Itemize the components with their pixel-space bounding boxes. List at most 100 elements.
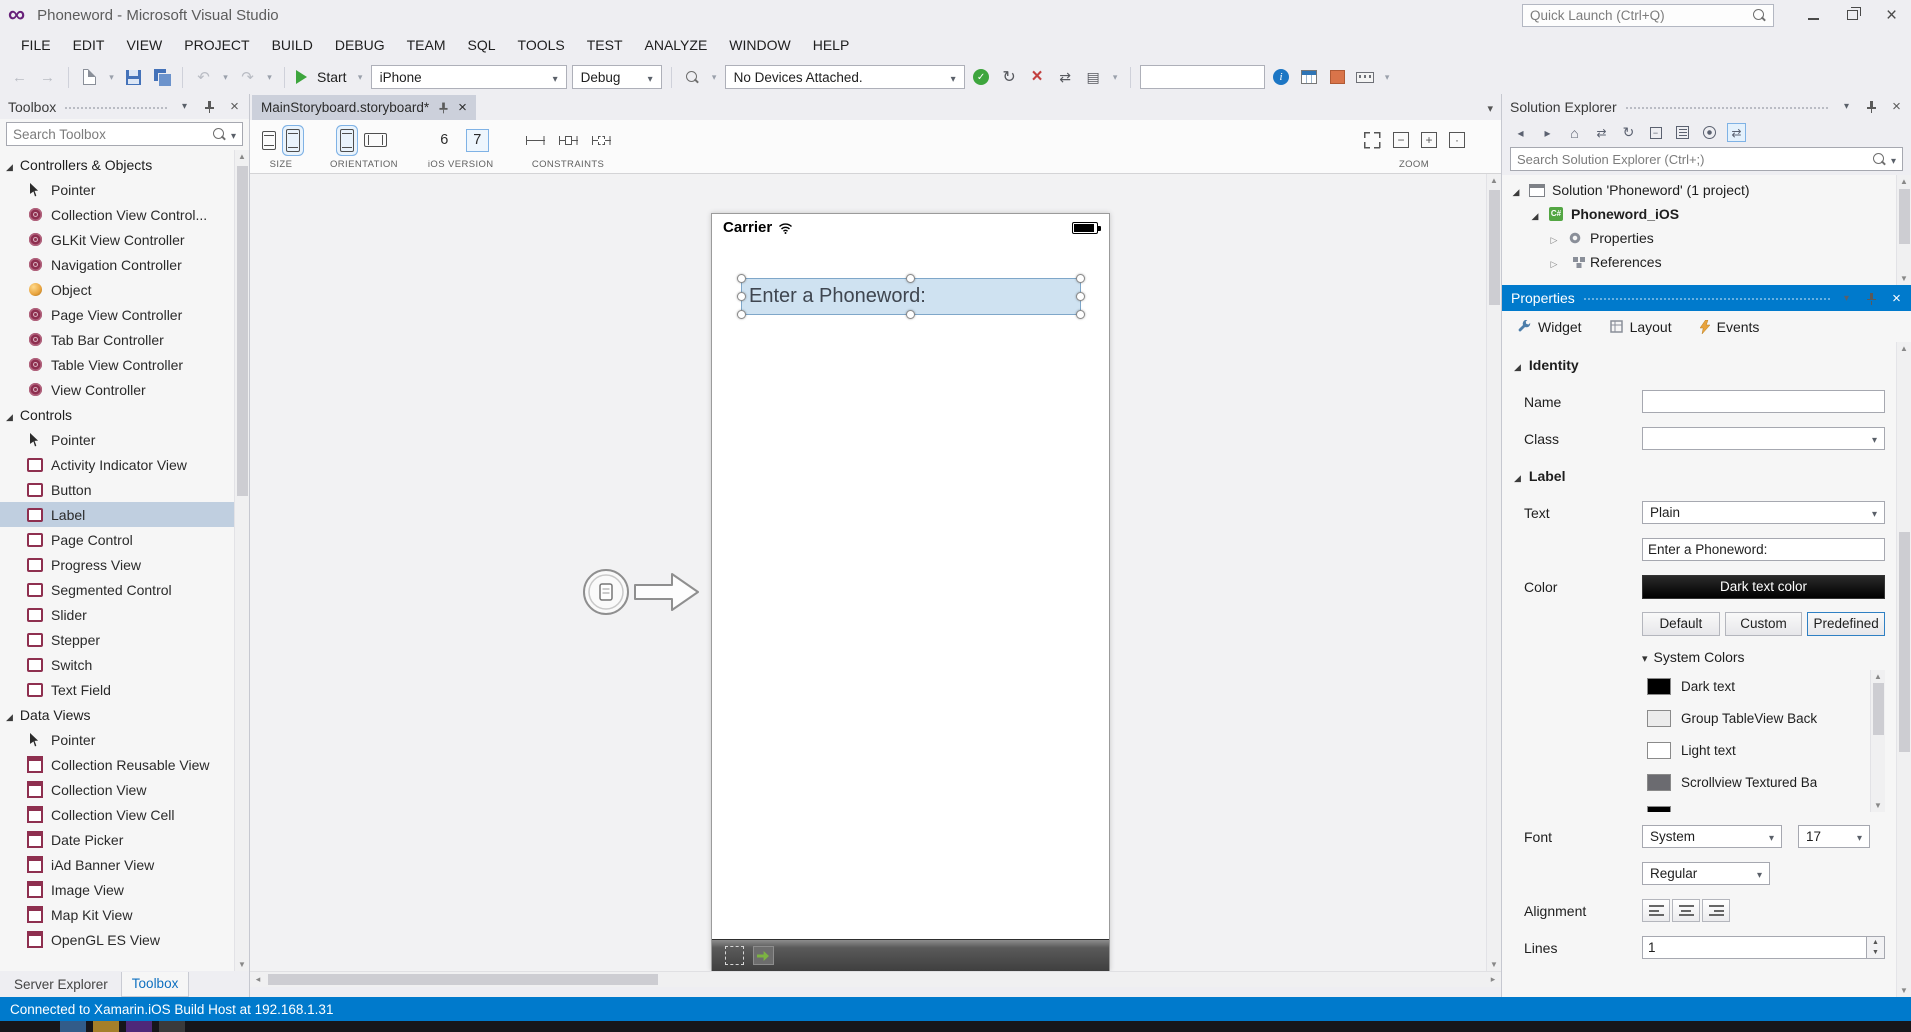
scrollbar-thumb[interactable] xyxy=(1899,189,1910,244)
label-text-input[interactable] xyxy=(1642,538,1885,561)
keyboard-icon[interactable] xyxy=(1354,65,1377,89)
system-color-item[interactable] xyxy=(1647,798,1885,812)
find-icon[interactable] xyxy=(681,65,704,89)
table-grid-icon[interactable] xyxy=(1298,65,1321,89)
redo-icon[interactable] xyxy=(236,65,259,89)
label-section-header[interactable]: Label xyxy=(1502,457,1896,494)
pin-icon[interactable] xyxy=(1863,98,1880,115)
tree-expander-icon[interactable] xyxy=(1529,206,1541,222)
toolbar-search-input[interactable] xyxy=(1140,65,1265,89)
start-button-label[interactable]: Start xyxy=(317,69,347,85)
chevron-down-icon[interactable] xyxy=(264,65,275,89)
solution-explorer-header[interactable]: Solution Explorer xyxy=(1502,94,1911,119)
se-back-icon[interactable] xyxy=(1511,123,1530,142)
menu-item[interactable]: EDIT xyxy=(62,32,116,58)
selected-label-control[interactable]: Enter a Phoneword: xyxy=(741,278,1081,315)
zoom-in-icon[interactable]: + xyxy=(1421,132,1437,148)
menu-item[interactable]: VIEW xyxy=(115,32,173,58)
toolbox-item[interactable]: Object xyxy=(0,277,235,302)
chevron-down-icon[interactable] xyxy=(106,65,117,89)
toolbox-item[interactable]: Slider xyxy=(0,602,235,627)
save-icon[interactable] xyxy=(122,65,145,89)
size-4-inch-icon[interactable] xyxy=(286,129,300,152)
toolbox-item[interactable]: GLKit View Controller xyxy=(0,227,235,252)
menu-item[interactable]: TEST xyxy=(576,32,634,58)
scroll-down-icon[interactable]: ▼ xyxy=(1897,274,1911,283)
navigate-back-icon[interactable] xyxy=(8,65,31,89)
resize-handle[interactable] xyxy=(906,274,915,283)
canvas-vertical-scrollbar[interactable]: ▲ ▼ xyxy=(1486,174,1501,971)
pane-drag-dots[interactable] xyxy=(1583,297,1830,302)
toolbox-search-input[interactable] xyxy=(13,127,208,142)
se-collapse-all-icon[interactable] xyxy=(1646,123,1665,142)
pin-icon[interactable] xyxy=(201,98,218,115)
menu-item[interactable]: FILE xyxy=(10,32,62,58)
toolbox-item[interactable]: Segmented Control xyxy=(0,577,235,602)
scroll-right-icon[interactable]: ▸ xyxy=(1485,974,1501,985)
document-tab[interactable]: MainStoryboard.storyboard* xyxy=(252,95,476,120)
se-forward-icon[interactable] xyxy=(1538,123,1557,142)
se-show-all-files-icon[interactable] xyxy=(1673,123,1692,142)
toolbox-item[interactable]: Date Picker xyxy=(0,827,235,852)
bottom-tool-tab[interactable]: Server Explorer xyxy=(4,973,118,997)
toolbox-item[interactable]: Text Field xyxy=(0,677,235,702)
window-position-chevron-icon[interactable] xyxy=(1838,290,1855,307)
scrollbar-thumb[interactable] xyxy=(1873,683,1884,735)
close-icon[interactable] xyxy=(458,100,467,115)
tab-layout[interactable]: Layout xyxy=(1610,319,1672,335)
storyboard-canvas[interactable]: Carrier Enter a Phoneword: xyxy=(250,174,1501,971)
pane-drag-dots[interactable] xyxy=(64,106,168,111)
toolbox-item[interactable]: Map Kit View xyxy=(0,902,235,927)
start-debug-play-icon[interactable] xyxy=(296,70,307,84)
close-icon[interactable] xyxy=(1888,98,1905,115)
window-position-chevron-icon[interactable] xyxy=(1838,98,1855,115)
properties-header[interactable]: Properties xyxy=(1502,285,1911,311)
taskbar-icon[interactable] xyxy=(60,1021,86,1032)
system-colors-scrollbar[interactable]: ▲ ▼ xyxy=(1870,670,1885,812)
tree-expander-icon[interactable] xyxy=(6,157,13,173)
constraint-frame-icon[interactable] xyxy=(590,132,613,149)
menu-item[interactable]: PROJECT xyxy=(173,32,260,58)
size-3-5-inch-icon[interactable] xyxy=(262,131,276,150)
quick-launch-input[interactable] xyxy=(1530,8,1747,23)
ios-version-button[interactable]: 7 xyxy=(466,129,489,152)
info-icon[interactable] xyxy=(1270,65,1293,89)
toolbox-item[interactable]: Activity Indicator View xyxy=(0,452,235,477)
name-input[interactable] xyxy=(1642,390,1885,413)
toolbox-item[interactable]: Label xyxy=(0,502,235,527)
build-status-ok-icon[interactable] xyxy=(970,65,993,89)
taskbar-icon[interactable] xyxy=(126,1021,152,1032)
toolbox-item[interactable]: Collection View Control... xyxy=(0,202,235,227)
system-color-item[interactable]: Light text xyxy=(1647,734,1885,766)
menu-item[interactable]: HELP xyxy=(802,32,861,58)
toolbox-item[interactable]: Page View Controller xyxy=(0,302,235,327)
scroll-down-icon[interactable]: ▼ xyxy=(1897,986,1911,995)
toolbox-scrollbar[interactable]: ▲ ▼ xyxy=(234,150,249,971)
align-left-button[interactable] xyxy=(1642,899,1670,922)
toolbox-item[interactable]: Tab Bar Controller xyxy=(0,327,235,352)
pair-device-icon[interactable] xyxy=(1054,65,1077,89)
menu-item[interactable]: DEBUG xyxy=(324,32,396,58)
se-properties-icon[interactable] xyxy=(1700,123,1719,142)
refresh-icon[interactable] xyxy=(998,65,1021,89)
close-icon[interactable] xyxy=(1888,290,1905,307)
view-list-icon[interactable] xyxy=(1082,65,1105,89)
solution-explorer-scrollbar[interactable]: ▲ ▼ xyxy=(1896,175,1911,285)
chevron-down-icon[interactable] xyxy=(709,65,720,89)
tree-expander-icon[interactable] xyxy=(6,707,13,723)
scroll-down-icon[interactable]: ▼ xyxy=(1487,960,1501,969)
chevron-down-icon[interactable] xyxy=(1110,65,1121,89)
tree-expander-icon[interactable] xyxy=(6,407,13,423)
pane-drag-dots[interactable] xyxy=(1625,106,1830,111)
toolbox-group-controllers[interactable]: Controllers & Objects xyxy=(0,152,249,177)
solution-tree-item[interactable]: Phoneword_iOS xyxy=(1502,202,1911,226)
color-mode-button[interactable]: Default xyxy=(1642,612,1720,636)
color-mode-button[interactable]: Custom xyxy=(1725,612,1803,636)
menu-item[interactable]: TEAM xyxy=(396,32,457,58)
toolbox-group-data-views[interactable]: Data Views xyxy=(0,702,249,727)
scroll-up-icon[interactable]: ▲ xyxy=(1487,176,1501,185)
color-mode-button[interactable]: Predefined xyxy=(1807,612,1885,636)
toolbox-item[interactable]: Collection View xyxy=(0,777,235,802)
toolbox-item[interactable]: Table View Controller xyxy=(0,352,235,377)
section-expander-icon[interactable] xyxy=(1514,468,1521,484)
